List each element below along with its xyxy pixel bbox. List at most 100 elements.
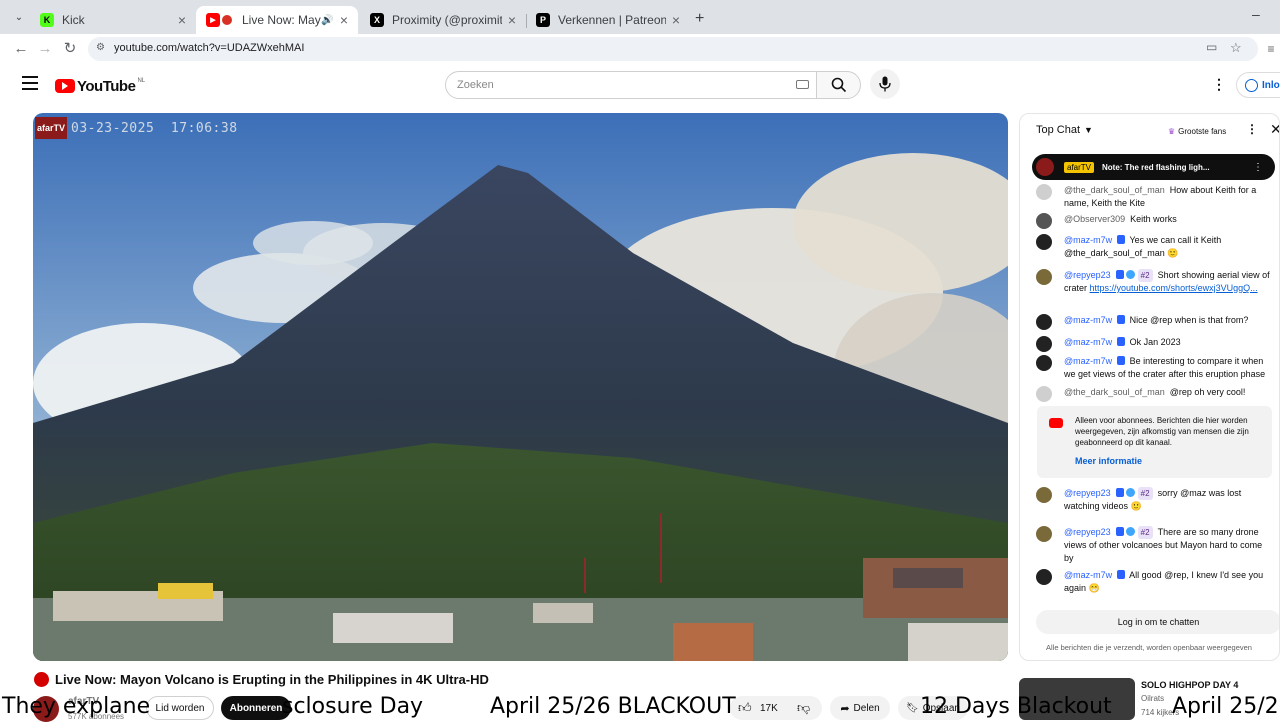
new-tab-icon[interactable]: + [695,10,704,28]
menu-hamburger-icon[interactable] [22,76,38,90]
chat-message[interactable]: @the_dark_soul_of_man How about Keith for… [1032,184,1272,210]
member-badge-icon [1115,270,1124,279]
url-text: youtube.com/watch?v=UDAZWxehMAI [114,42,305,54]
tab-title: Verkennen | Patreon [558,13,666,27]
chat-message[interactable]: @repyep23 #2 There are so many drone views… [1032,526,1272,565]
join-button[interactable]: Lid worden [146,696,214,720]
youtube-header: YouTube NL Zoeken ⋮ Inlo [0,68,1280,104]
search-input[interactable]: Zoeken [445,71,817,99]
close-tab-icon[interactable]: × [340,12,348,28]
moderator-badge-icon [1125,527,1135,536]
channel-watermark: afarTV [35,117,67,139]
tab-youtube-active[interactable]: ▶ Live Now: Mayon Volcano 🔊 × [196,6,358,34]
recording-dot-icon [222,15,232,25]
search-placeholder: Zoeken [457,79,494,91]
account-icon [1245,78,1258,92]
like-icon[interactable]: 👍︎ [738,700,752,716]
back-icon[interactable]: ← [12,40,30,58]
close-chat-icon[interactable]: ✕ [1270,121,1279,138]
overlay-caption-center: April 25/26 BLACKOUT [490,694,736,719]
chat-message[interactable]: @maz-m7w Nice @rep when is that from? [1032,314,1272,330]
pinned-text: Note: The red flashing ligh... [1102,162,1210,172]
reading-list-icon[interactable]: ≡ [1262,40,1280,58]
share-button[interactable]: ➦ Delen [830,696,890,720]
speaker-icon[interactable]: 🔊 [321,15,333,26]
message-author: @maz-m7w [1064,315,1113,325]
user-avatar [1036,213,1052,229]
region-code: NL [137,78,146,84]
message-author: @maz-m7w [1064,356,1113,366]
tab-x-proximity[interactable]: X Proximity (@proximity34) / X × [360,6,526,34]
youtube-wordmark: YouTube [77,77,136,95]
close-tab-icon[interactable]: × [508,12,516,28]
like-count[interactable]: 17K [760,703,778,714]
notice-text: Alleen voor abonnees. Berichten die hier… [1075,416,1249,447]
chat-message[interactable]: @Observer309 Keith works [1032,213,1272,229]
user-avatar [1036,386,1052,402]
pinned-more-icon[interactable]: ⋮ [1253,162,1263,173]
close-tab-icon[interactable]: × [178,12,186,28]
live-indicator-icon [34,672,49,687]
chat-mode-dropdown[interactable]: Top Chat ▼ [1036,124,1093,136]
dislike-icon[interactable]: 👎︎ [797,700,810,716]
cast-icon[interactable]: ▭ [1206,40,1217,54]
stream-timestamp: 03-23-2025 17:06:38 [71,121,238,136]
browser-tab-strip: ⌄ K Kick × ▶ Live Now: Mayon Volcano 🔊 ×… [0,0,1280,36]
chat-message[interactable]: @maz-m7w Ok Jan 2023 [1032,336,1272,352]
forward-icon[interactable]: → [36,40,54,58]
fan-rank-badge: #2 [1137,487,1153,500]
sign-in-button[interactable]: Inlo [1236,72,1280,98]
message-text: Keith works [1130,214,1177,224]
chat-login-button[interactable]: Log in om te chatten [1036,610,1279,634]
subscribe-button[interactable]: Abonneren [221,696,291,720]
bookmark-star-icon[interactable]: ☆ [1230,40,1242,56]
more-options-icon[interactable]: ⋮ [1212,76,1226,93]
close-tab-icon[interactable]: × [672,12,680,28]
browser-toolbar: ← → ↻ ⚙ youtube.com/watch?v=UDAZWxehMAI … [0,34,1280,64]
chat-message[interactable]: @maz-m7w Yes we can call it Keith @the_d… [1032,234,1272,260]
fan-rank-badge: #2 [1137,526,1153,539]
tab-title: Kick [62,13,85,27]
tab-search-dropdown-icon[interactable]: ⌄ [12,12,26,26]
youtube-logo[interactable]: YouTube NL [55,76,145,96]
patreon-favicon-icon: P [536,13,550,27]
search-icon [831,77,847,93]
pinned-message[interactable]: afarTV Note: The red flashing ligh... ⋮ [1032,154,1275,180]
message-link[interactable]: https://youtube.com/shorts/ewxj3VUggQ... [1090,283,1258,293]
pinned-channel-badge: afarTV [1064,161,1095,173]
message-author: @maz-m7w [1064,337,1113,347]
live-chat-panel: Top Chat ▼ ♛ Grootste fans ⋮ ✕ afarTV No… [1019,113,1280,661]
youtube-play-icon [55,79,75,93]
voice-search-button[interactable] [870,69,900,99]
chat-mode-label: Top Chat [1036,124,1081,136]
site-info-icon[interactable]: ⚙ [96,42,105,53]
overlay-caption-left-2: sclosure Day [282,694,424,719]
sign-in-label: Inlo [1262,79,1280,91]
message-author: @maz-m7w [1064,570,1113,580]
video-info-area: Live Now: Mayon Volcano is Erupting in t… [0,668,1280,722]
message-author: @repyep23 [1064,270,1111,280]
address-bar[interactable]: ⚙ youtube.com/watch?v=UDAZWxehMAI ▭ ☆ [88,37,1258,61]
message-author: @maz-m7w [1064,235,1113,245]
chat-message[interactable]: @the_dark_soul_of_man @rep oh very cool! [1032,386,1272,402]
verified-badge-icon [1117,570,1126,579]
chat-message[interactable]: @repyep23 #2 Short showing aerial view of … [1032,269,1272,295]
video-player[interactable]: afarTV 03-23-2025 17:06:38 [33,113,1008,661]
chat-message[interactable]: @repyep23 #2 sorry @maz was lost watching … [1032,487,1272,513]
chat-message[interactable]: @maz-m7w All good @rep, I knew I'd see y… [1032,569,1272,595]
top-fans-label: Grootste fans [1178,126,1227,136]
microphone-icon [879,76,891,92]
verified-badge-icon [1117,315,1126,324]
search-button[interactable] [816,71,861,99]
overlay-caption-far-right: April 25/26 [1172,694,1280,719]
chat-more-options-icon[interactable]: ⋮ [1246,122,1258,136]
top-fans-button[interactable]: ♛ Grootste fans [1162,122,1232,140]
reload-icon[interactable]: ↻ [61,40,79,58]
chat-message[interactable]: @maz-m7w Be interesting to compare it wh… [1032,355,1272,381]
keyboard-icon[interactable] [796,80,809,89]
tab-kick[interactable]: K Kick × [30,6,196,34]
message-text: Nice @rep when is that from? [1129,315,1249,325]
tab-patreon[interactable]: P Verkennen | Patreon × [526,6,690,34]
minimize-window-icon[interactable]: – [1252,6,1260,22]
more-info-link[interactable]: Meer informatie [1075,456,1142,466]
